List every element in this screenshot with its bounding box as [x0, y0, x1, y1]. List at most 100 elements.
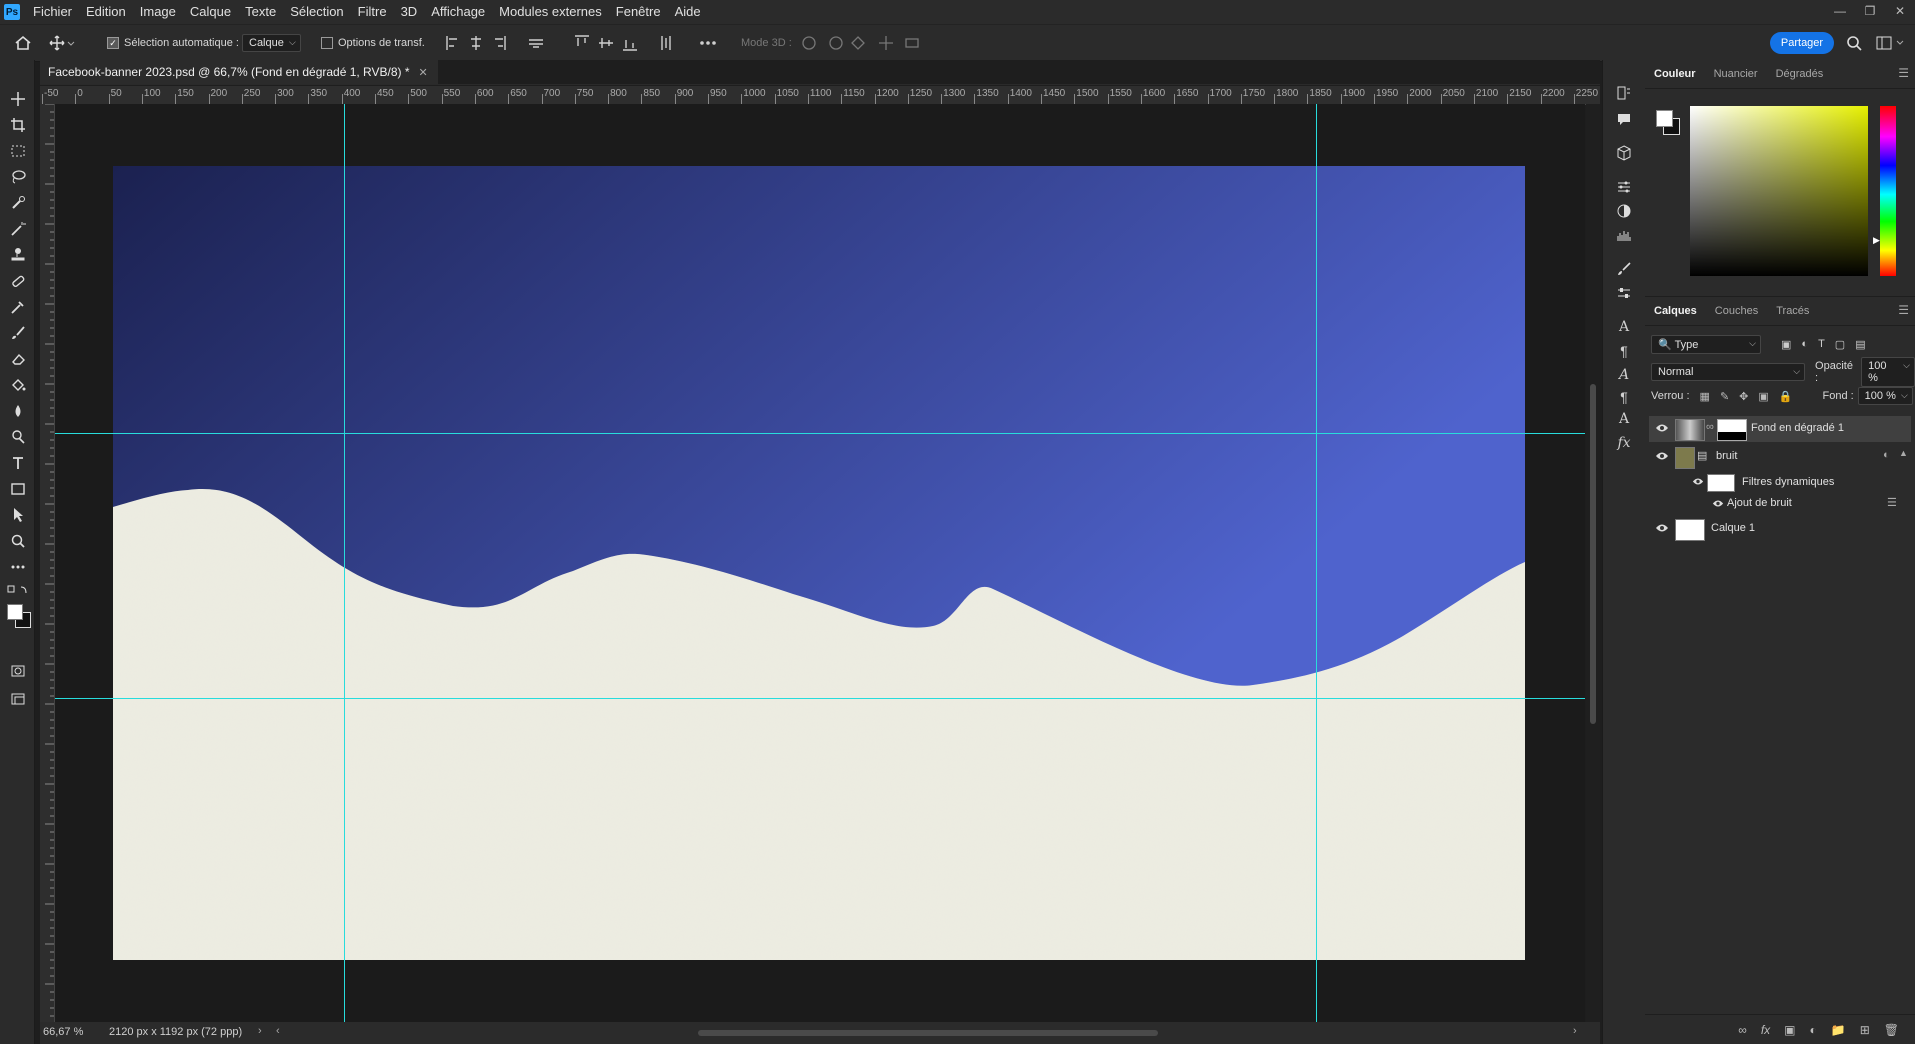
- visibility-eye-icon[interactable]: [1692, 477, 1704, 486]
- menu-fenetre[interactable]: Fenêtre: [609, 0, 668, 24]
- filter-shape-icon[interactable]: ▢: [1835, 338, 1845, 351]
- layer-row-calque-1[interactable]: Calque 1: [1649, 516, 1911, 542]
- comments-icon[interactable]: [1613, 108, 1635, 130]
- history-icon[interactable]: [1613, 82, 1635, 104]
- menu-texte[interactable]: Texte: [238, 0, 283, 24]
- move-tool-icon[interactable]: [48, 25, 76, 61]
- crop-icon[interactable]: [7, 114, 29, 136]
- menu-calque[interactable]: Calque: [183, 0, 238, 24]
- tool-presets-icon[interactable]: [1613, 282, 1635, 304]
- properties-icon[interactable]: [1613, 176, 1635, 198]
- brush-icon[interactable]: [7, 322, 29, 344]
- document-canvas[interactable]: [113, 166, 1525, 960]
- filter-pixel-icon[interactable]: ▣: [1781, 338, 1791, 351]
- smart-filter-indicator-icon[interactable]: ◐: [1883, 449, 1890, 461]
- canvas-area[interactable]: [55, 104, 1585, 1022]
- guide-vertical-right[interactable]: [1316, 104, 1317, 1022]
- foreground-background-swatch[interactable]: [7, 600, 31, 630]
- status-expand-icon[interactable]: ›: [258, 1025, 262, 1037]
- transform-options-checkbox[interactable]: [321, 37, 333, 49]
- add-mask-icon[interactable]: ▣: [1784, 1023, 1795, 1037]
- filter-text-icon[interactable]: T: [1818, 338, 1825, 351]
- fill-input[interactable]: 100 % ⌵: [1857, 387, 1913, 405]
- lock-transparency-icon[interactable]: ▦: [1700, 390, 1710, 403]
- histogram-icon[interactable]: [1613, 224, 1635, 246]
- opacity-input[interactable]: 100 % ⌵: [1861, 357, 1915, 387]
- 3d-icon[interactable]: [1613, 142, 1635, 164]
- menu-image[interactable]: Image: [133, 0, 183, 24]
- collapse-chevron-icon[interactable]: ▲: [1899, 448, 1908, 458]
- text-icon[interactable]: [7, 452, 29, 474]
- lock-artboard-icon[interactable]: ▣: [1758, 390, 1768, 403]
- blend-mode-dropdown[interactable]: Normal ⌵: [1651, 363, 1806, 381]
- new-layer-icon[interactable]: ⊞: [1860, 1023, 1870, 1037]
- color-picker-field[interactable]: [1690, 106, 1868, 276]
- tab-calques[interactable]: Calques: [1645, 297, 1706, 325]
- layer-row-ajout-de-bruit[interactable]: Ajout de bruit ☰: [1649, 494, 1911, 514]
- auto-select-target-dropdown[interactable]: Calque ⌵: [242, 34, 301, 52]
- hue-marker-icon[interactable]: ▶: [1873, 235, 1880, 246]
- tab-couleur[interactable]: Couleur: [1645, 60, 1705, 88]
- screen-mode-icon[interactable]: [7, 688, 29, 710]
- vertical-scrollbar[interactable]: [1586, 104, 1600, 1022]
- rectangle-icon[interactable]: [7, 478, 29, 500]
- layer-filter-dropdown[interactable]: 🔍 Type ⌵: [1651, 334, 1761, 354]
- layers-panel-menu-icon[interactable]: ☰: [1898, 303, 1909, 317]
- dodge-icon[interactable]: [7, 426, 29, 448]
- tab-degrades[interactable]: Dégradés: [1767, 60, 1833, 88]
- auto-select-checkbox[interactable]: ✓: [107, 37, 119, 49]
- horizontal-scroll-thumb[interactable]: [698, 1030, 1158, 1036]
- eyedropper-icon[interactable]: [7, 296, 29, 318]
- paragraph-styles-icon[interactable]: ¶: [1613, 386, 1635, 408]
- marquee-icon[interactable]: [7, 140, 29, 162]
- stamp-icon[interactable]: [7, 244, 29, 266]
- layer-row-fond-en-degrade[interactable]: ∞ Fond en dégradé 1: [1649, 416, 1911, 442]
- visibility-eye-icon[interactable]: [1712, 499, 1724, 508]
- paragraph-icon[interactable]: ¶: [1613, 340, 1635, 362]
- brush-settings-icon[interactable]: [1613, 258, 1635, 280]
- color-swatch[interactable]: [1656, 110, 1680, 135]
- new-group-icon[interactable]: 📁: [1831, 1023, 1846, 1037]
- scroll-right-icon[interactable]: ›: [1573, 1025, 1577, 1037]
- more-tools-icon[interactable]: [7, 556, 29, 578]
- close-tab-icon[interactable]: ✕: [419, 66, 428, 79]
- adjustments-icon[interactable]: [1613, 200, 1635, 222]
- menu-filtre[interactable]: Filtre: [351, 0, 394, 24]
- lasso-icon[interactable]: [7, 166, 29, 188]
- lock-position-icon[interactable]: ✥: [1739, 390, 1748, 403]
- healing-icon[interactable]: [7, 270, 29, 292]
- quick-selection-icon[interactable]: [7, 192, 29, 214]
- close-icon[interactable]: ✕: [1885, 0, 1915, 22]
- bucket-icon[interactable]: [7, 374, 29, 396]
- share-button[interactable]: Partager: [1770, 32, 1834, 54]
- home-icon[interactable]: [14, 25, 32, 61]
- link-icon[interactable]: ∞: [1706, 421, 1714, 433]
- scroll-left-icon[interactable]: ‹: [276, 1025, 280, 1037]
- character-styles-icon[interactable]: A: [1613, 408, 1635, 430]
- filter-smart-object-icon[interactable]: ▤: [1855, 338, 1865, 351]
- trash-icon[interactable]: 🗑: [1884, 1023, 1899, 1037]
- workspace-icon[interactable]: [1876, 25, 1908, 61]
- restore-icon[interactable]: ❐: [1855, 0, 1885, 22]
- magic-wand-icon[interactable]: [7, 218, 29, 240]
- color-panel-menu-icon[interactable]: ☰: [1898, 66, 1909, 80]
- lock-pixels-icon[interactable]: ✎: [1720, 390, 1729, 403]
- search-icon[interactable]: [1846, 25, 1862, 61]
- quick-mask-icon[interactable]: [7, 660, 29, 682]
- fx-icon[interactable]: fx: [1761, 1023, 1770, 1037]
- adjustment-layer-icon[interactable]: ◐: [1810, 1023, 1817, 1037]
- layer-mask-thumbnail[interactable]: [1717, 419, 1747, 441]
- guide-horizontal-bottom[interactable]: [55, 698, 1585, 699]
- vertical-scroll-thumb[interactable]: [1590, 384, 1596, 724]
- path-selection-icon[interactable]: [7, 504, 29, 526]
- zoom-level[interactable]: 66,67 %: [43, 1026, 83, 1038]
- tab-nuancier[interactable]: Nuancier: [1705, 60, 1767, 88]
- glyphs-icon[interactable]: A: [1613, 364, 1635, 386]
- layer-row-filtres-dynamiques[interactable]: Filtres dynamiques: [1649, 472, 1911, 494]
- menu-aide[interactable]: Aide: [668, 0, 708, 24]
- swap-colors-icon[interactable]: [7, 580, 29, 602]
- visibility-eye-icon[interactable]: [1655, 451, 1669, 461]
- guide-horizontal-top[interactable]: [55, 433, 1585, 434]
- tab-couches[interactable]: Couches: [1706, 297, 1767, 325]
- menu-edition[interactable]: Edition: [79, 0, 133, 24]
